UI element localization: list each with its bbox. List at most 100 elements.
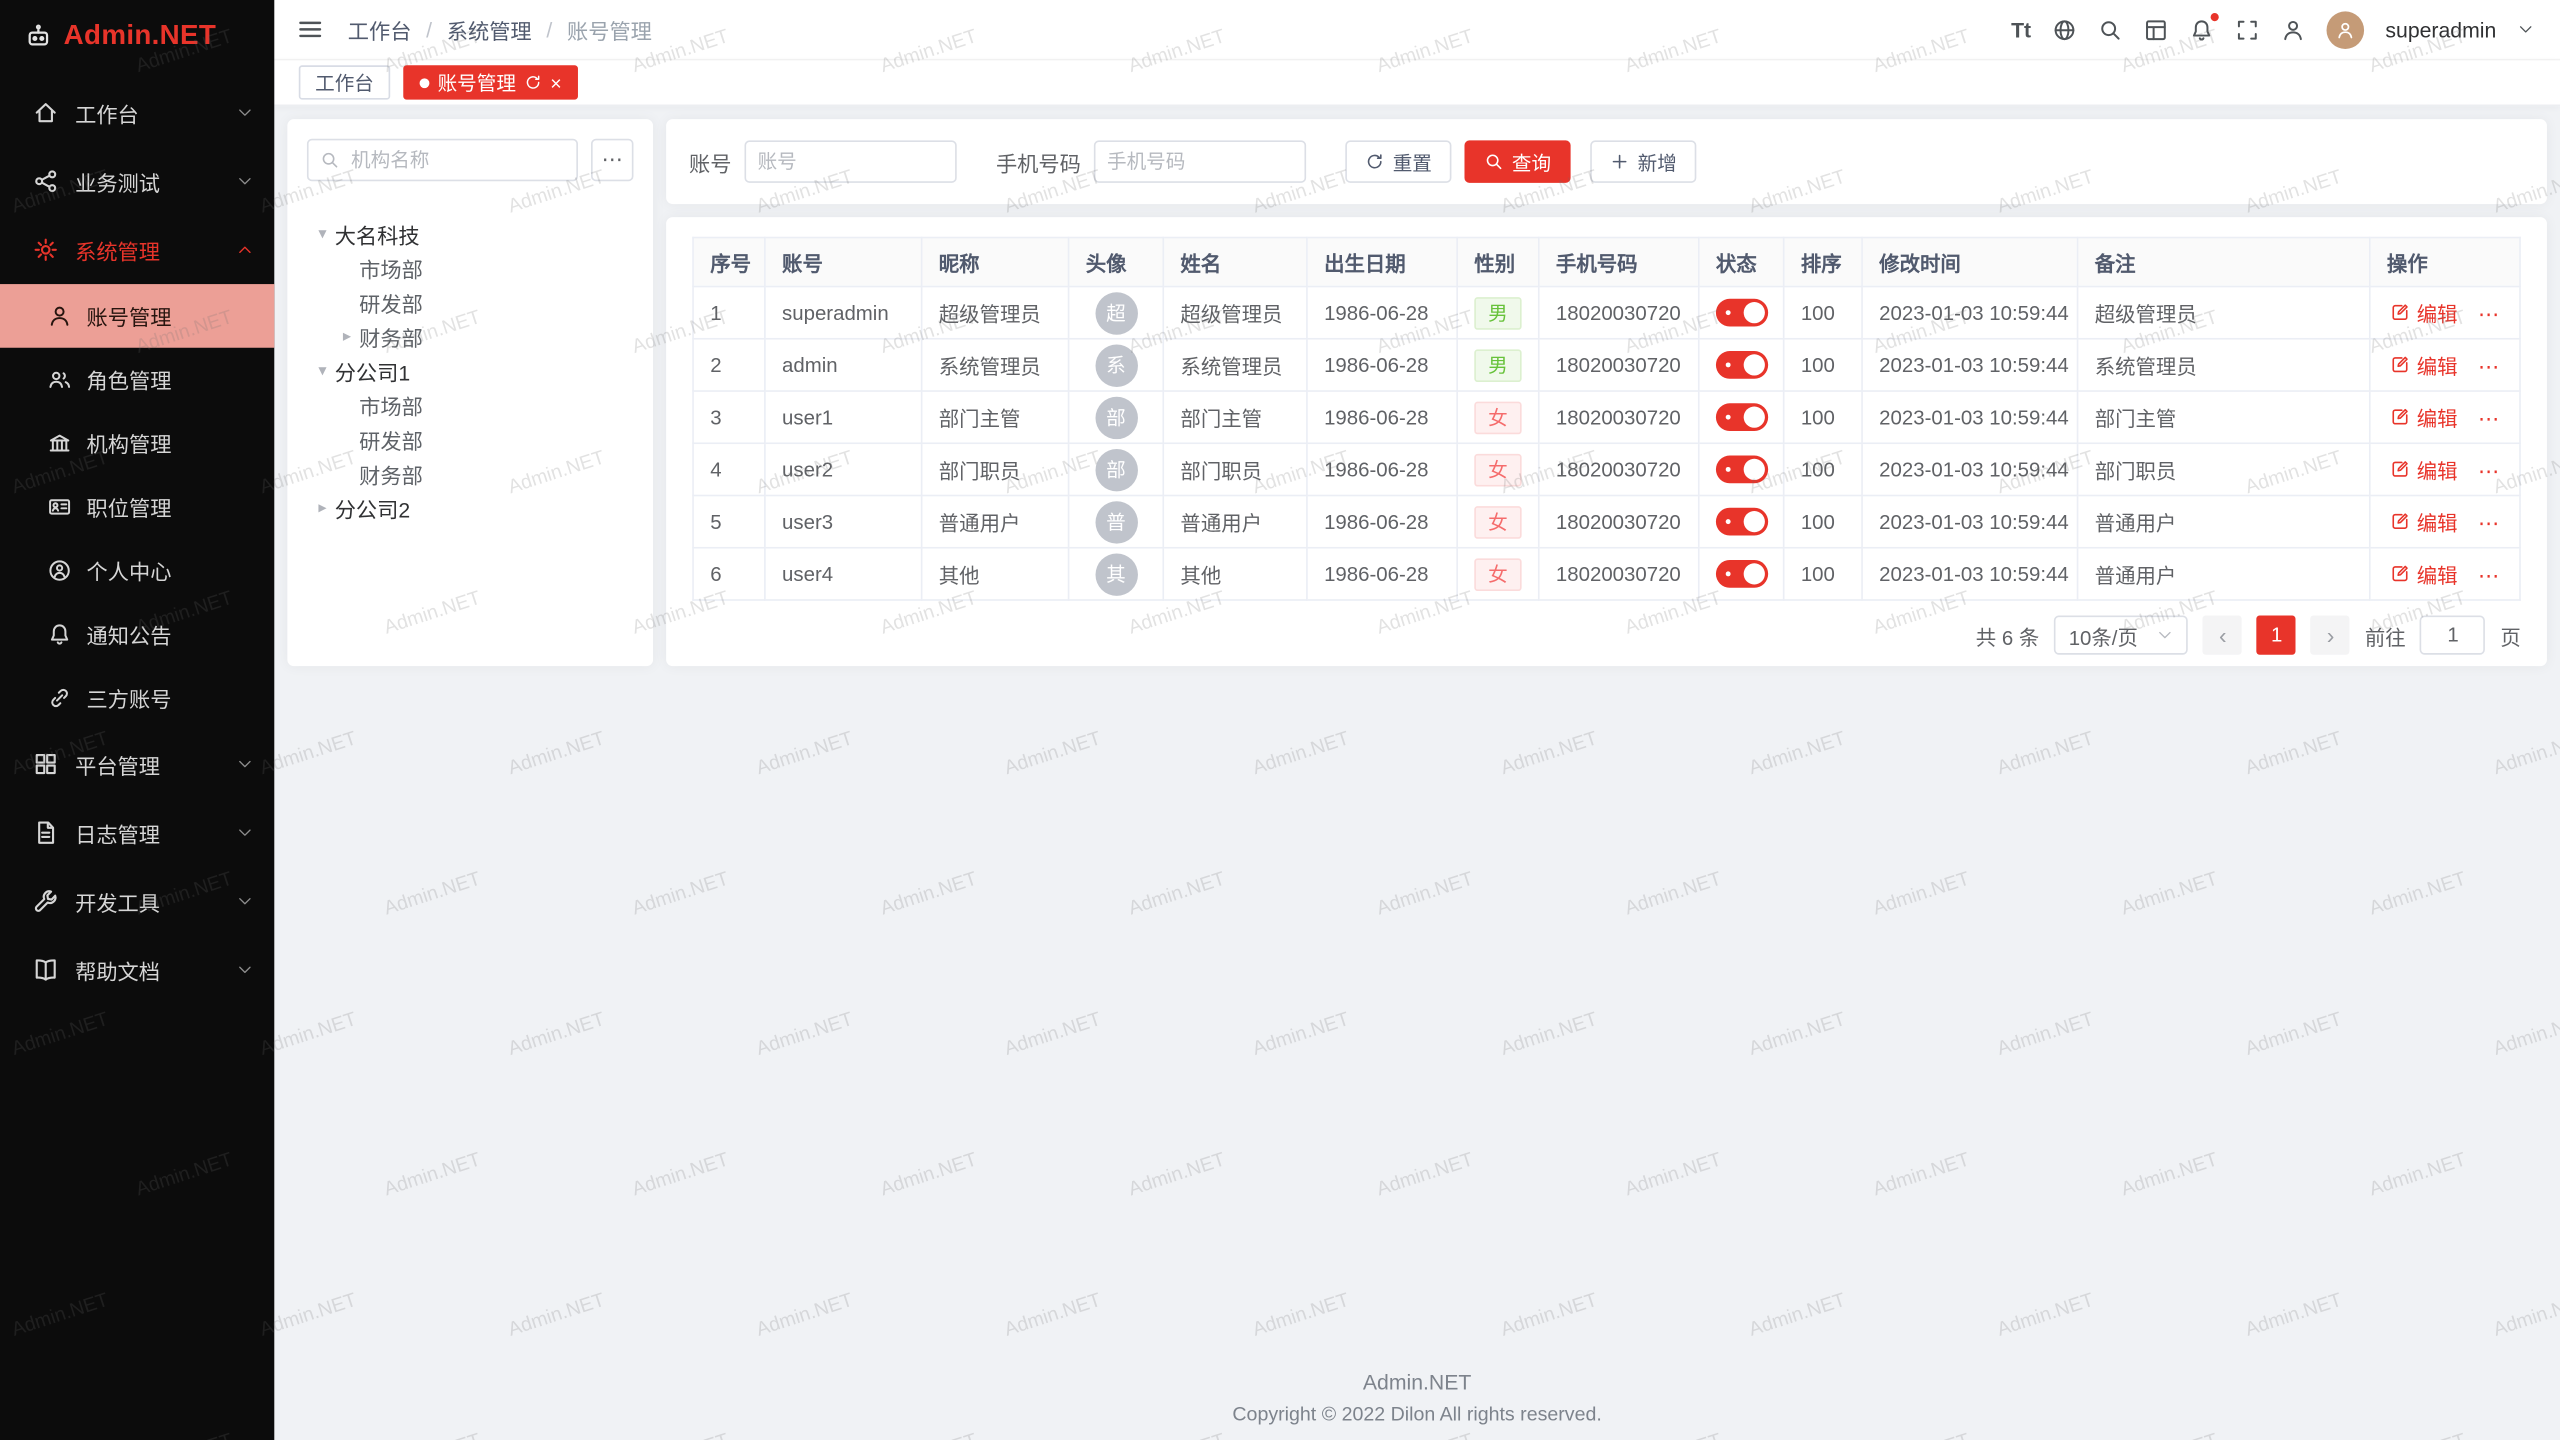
avatar[interactable] (2327, 11, 2365, 49)
status-toggle[interactable] (1716, 560, 1768, 588)
sidebar-item-platform-mgmt[interactable]: 平台管理 (0, 730, 274, 799)
tree-caret-icon[interactable]: ▸ (310, 500, 334, 518)
close-icon[interactable]: × (550, 71, 561, 94)
add-button[interactable]: 新增 (1590, 140, 1696, 182)
sidebar-item-account-mgmt[interactable]: 账号管理 (0, 284, 274, 348)
tree-node[interactable]: ▸ 财务部 (307, 320, 634, 354)
tab-workbench[interactable]: 工作台 (299, 65, 390, 99)
page-size-select[interactable]: 10条/页 (2054, 616, 2189, 655)
status-toggle[interactable] (1716, 508, 1768, 536)
goto-page-input[interactable] (2420, 616, 2485, 655)
refresh-icon[interactable] (524, 73, 542, 91)
row-more-icon[interactable]: ⋯ (2478, 459, 2499, 483)
breadcrumb: 工作台 / 系统管理 / 账号管理 (348, 14, 652, 45)
tree-node[interactable]: 财务部 (307, 457, 634, 491)
sidebar-item-help-docs[interactable]: 帮助文档 (0, 936, 274, 1005)
org-more-button[interactable]: ⋯ (591, 139, 633, 181)
org-search-input[interactable] (340, 149, 577, 172)
edit-button[interactable]: 编辑 (2391, 558, 2458, 589)
tree-node[interactable]: 研发部 (307, 286, 634, 320)
breadcrumb-item[interactable]: 工作台 (348, 14, 412, 45)
tree-caret-icon[interactable]: ▾ (310, 225, 334, 243)
sidebar-item-role-mgmt[interactable]: 角色管理 (0, 348, 274, 412)
edit-button[interactable]: 编辑 (2391, 297, 2458, 328)
tree-node[interactable]: ▾ 大名科技 (307, 217, 634, 251)
row-more-icon[interactable]: ⋯ (2478, 355, 2499, 379)
tab-account-mgmt[interactable]: 账号管理 × (403, 65, 578, 99)
search-button[interactable]: 查询 (1465, 140, 1571, 182)
layout-icon[interactable] (2144, 17, 2168, 41)
tree-node[interactable]: 市场部 (307, 389, 634, 423)
edit-button[interactable]: 编辑 (2391, 349, 2458, 380)
bank-icon (47, 431, 71, 455)
tree-node-label: 分公司2 (335, 493, 410, 524)
column-header[interactable]: 头像 (1069, 238, 1164, 287)
tree-caret-icon[interactable]: ▸ (335, 328, 359, 346)
user-icon[interactable] (2281, 17, 2305, 41)
row-more-icon[interactable]: ⋯ (2478, 407, 2499, 431)
column-header[interactable]: 姓名 (1163, 238, 1307, 287)
column-header[interactable]: 手机号码 (1539, 238, 1699, 287)
fullscreen-icon[interactable] (2235, 17, 2259, 41)
column-header[interactable]: 账号 (765, 238, 922, 287)
reset-button[interactable]: 重置 (1345, 140, 1451, 182)
column-header[interactable]: 出生日期 (1307, 238, 1457, 287)
sidebar-item-notice[interactable]: 通知公告 (0, 602, 274, 666)
tree-caret-icon[interactable]: ▾ (310, 362, 334, 380)
column-header[interactable]: 昵称 (922, 238, 1069, 287)
org-panel: ⋯ ▾ 大名科技 市场部 研发部 (287, 119, 653, 666)
row-more-icon[interactable]: ⋯ (2478, 564, 2499, 588)
globe-icon[interactable] (2052, 17, 2076, 41)
cell-modified: 2023-01-03 10:59:44 (1862, 496, 2078, 548)
cell-modified: 2023-01-03 10:59:44 (1862, 339, 2078, 391)
tree-node[interactable]: 研发部 (307, 423, 634, 457)
sidebar-item-workbench[interactable]: 工作台 (0, 78, 274, 147)
cell-remark: 普通用户 (2078, 496, 2370, 548)
current-page-button[interactable]: 1 (2257, 616, 2296, 655)
font-size-icon[interactable]: Tt (2011, 17, 2031, 41)
bell-icon[interactable] (2189, 17, 2213, 41)
status-toggle[interactable] (1716, 351, 1768, 379)
row-more-icon[interactable]: ⋯ (2478, 511, 2499, 535)
account-label: 账号 (689, 146, 731, 177)
column-header[interactable]: 操作 (2370, 238, 2520, 287)
column-header[interactable]: 序号 (693, 238, 765, 287)
column-header[interactable]: 修改时间 (1862, 238, 2078, 287)
prev-page-button[interactable]: ‹ (2203, 616, 2242, 655)
phone-input[interactable] (1096, 150, 1305, 173)
row-more-icon[interactable]: ⋯ (2478, 302, 2499, 326)
table-row: 4 user2 部门职员 部 部门职员 1986-06-28 女 1802003… (693, 443, 2520, 495)
sidebar-item-profile-center[interactable]: 个人中心 (0, 539, 274, 603)
status-toggle[interactable] (1716, 456, 1768, 484)
edit-button[interactable]: 编辑 (2391, 453, 2458, 484)
column-header[interactable]: 性别 (1457, 238, 1539, 287)
sidebar-item-third-party-account[interactable]: 三方账号 (0, 666, 274, 730)
sidebar-item-position-mgmt[interactable]: 职位管理 (0, 475, 274, 539)
tree-node[interactable]: 市场部 (307, 251, 634, 285)
status-toggle[interactable] (1716, 403, 1768, 431)
column-header[interactable]: 状态 (1699, 238, 1784, 287)
menu-icon[interactable] (297, 16, 323, 42)
search-icon[interactable] (2098, 17, 2122, 41)
sidebar-item-dev-tools[interactable]: 开发工具 (0, 867, 274, 936)
edit-button[interactable]: 编辑 (2391, 506, 2458, 537)
breadcrumb-item[interactable]: 系统管理 (447, 14, 532, 45)
sidebar-item-org-mgmt[interactable]: 机构管理 (0, 411, 274, 475)
column-header[interactable]: 备注 (2078, 238, 2370, 287)
cell-order: 100 (1784, 391, 1862, 443)
tree-node[interactable]: ▸ 分公司2 (307, 491, 634, 525)
tree-node[interactable]: ▾ 分公司1 (307, 354, 634, 388)
sidebar-item-business-test[interactable]: 业务测试 (0, 147, 274, 216)
sidebar-item-system-mgmt[interactable]: 系统管理 (0, 216, 274, 285)
column-header[interactable]: 排序 (1784, 238, 1862, 287)
sidebar-item-log-mgmt[interactable]: 日志管理 (0, 798, 274, 867)
status-toggle[interactable] (1716, 299, 1768, 327)
cell-modified: 2023-01-03 10:59:44 (1862, 391, 2078, 443)
cell-gender: 女 (1457, 496, 1539, 548)
cell-name: 部门主管 (1163, 391, 1307, 443)
username[interactable]: superadmin (2385, 17, 2496, 41)
chevron-down-icon[interactable] (2518, 21, 2534, 37)
account-input[interactable] (746, 150, 955, 173)
edit-button[interactable]: 编辑 (2391, 401, 2458, 432)
next-page-button[interactable]: › (2311, 616, 2350, 655)
